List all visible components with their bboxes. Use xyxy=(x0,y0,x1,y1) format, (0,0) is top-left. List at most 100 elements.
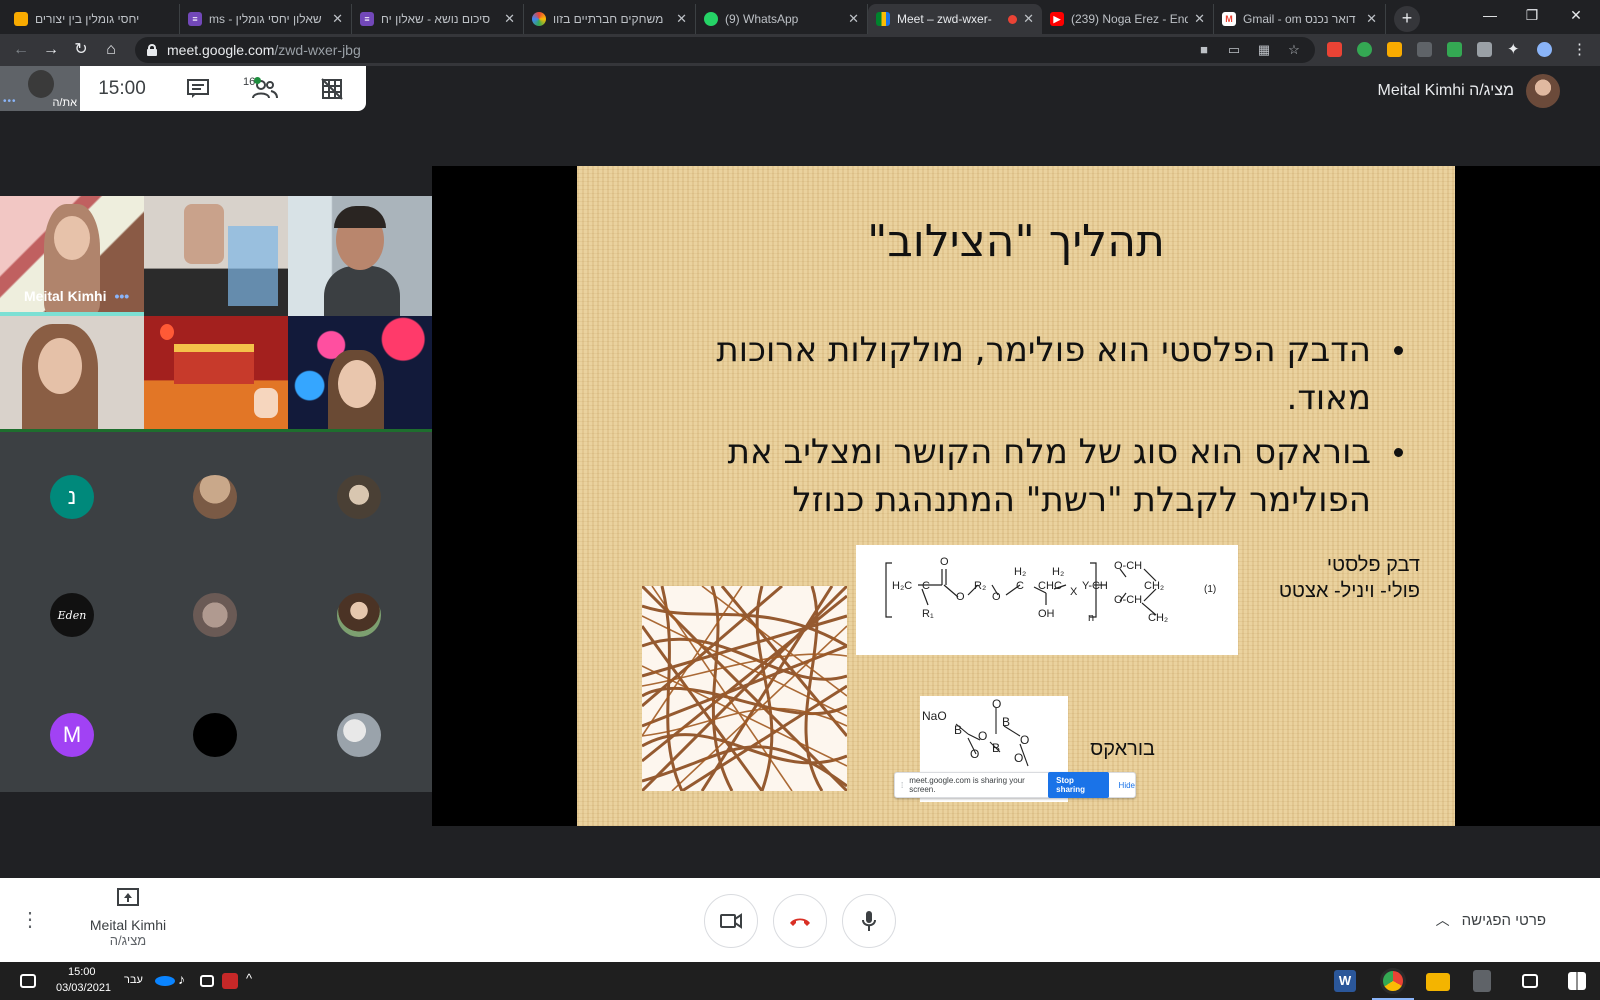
tab-youtube[interactable]: ▶ (239) Noga Erez - End ✕ xyxy=(1042,4,1214,34)
browser-menu-icon[interactable]: ⋮ xyxy=(1572,42,1587,57)
participant-avatar[interactable] xyxy=(193,593,237,637)
close-icon[interactable]: ✕ xyxy=(1023,11,1034,27)
close-icon[interactable]: ✕ xyxy=(676,11,687,27)
acrobat-icon[interactable] xyxy=(222,973,238,989)
star-icon[interactable]: ☆ xyxy=(1285,41,1303,59)
svg-text:O-CH: O-CH xyxy=(1114,560,1142,572)
stop-sharing-button[interactable]: Stop sharing xyxy=(1048,772,1109,798)
bullet-icon xyxy=(1394,346,1403,355)
participant-avatar[interactable] xyxy=(337,475,381,519)
puzzle-icon[interactable]: ✦ xyxy=(1507,42,1522,57)
close-icon[interactable]: ✕ xyxy=(1366,11,1377,27)
colorful-icon xyxy=(532,12,546,26)
close-icon[interactable]: ✕ xyxy=(332,11,343,27)
extension-check-icon[interactable] xyxy=(1447,42,1462,57)
participant-tile[interactable] xyxy=(144,196,288,316)
camera-toggle-button[interactable] xyxy=(704,894,758,948)
drag-handle-icon[interactable]: ⁞ xyxy=(901,781,903,790)
close-icon[interactable]: ✕ xyxy=(848,11,859,27)
youtube-icon: ▶ xyxy=(1050,12,1064,26)
chat-button[interactable] xyxy=(164,66,231,111)
qr-code-icon[interactable]: ▦ xyxy=(1255,41,1273,59)
keyboard-language[interactable]: עבר xyxy=(124,974,143,986)
chevron-up-icon: ︿ xyxy=(1435,912,1450,928)
bullet-icon xyxy=(1394,448,1403,457)
tab-games[interactable]: משחקים חברתיים בזוו ✕ xyxy=(524,4,696,34)
participants-button[interactable]: 16 xyxy=(231,66,298,111)
meeting-details-button[interactable]: ︿ פרטי הפגישה xyxy=(1436,910,1546,930)
participant-avatar[interactable]: Eden xyxy=(50,593,94,637)
tab-gmail[interactable]: M דואר נכנס Gmail - om ✕ xyxy=(1214,4,1386,34)
participant-tile[interactable] xyxy=(288,316,432,432)
participant-tile[interactable] xyxy=(0,316,144,432)
close-icon[interactable]: ✕ xyxy=(504,11,515,27)
camera-icon[interactable]: ■ xyxy=(1195,41,1213,59)
participant-tile[interactable]: Meital Kimhi ••• xyxy=(0,196,144,316)
calculator-icon[interactable] xyxy=(1473,970,1491,992)
presenter-avatar xyxy=(1526,74,1560,108)
tab-title: דואר נכנס Gmail - om xyxy=(1243,12,1356,26)
presenting-indicator[interactable]: Meital Kimhi מציג/ה xyxy=(78,888,178,948)
cast-icon[interactable]: ▭ xyxy=(1225,41,1243,59)
file-explorer-icon[interactable] xyxy=(1426,973,1450,991)
participant-avatar[interactable] xyxy=(193,713,237,757)
profile-avatar[interactable] xyxy=(1537,42,1552,57)
svg-text:X: X xyxy=(1070,586,1078,598)
windows-start-icon[interactable] xyxy=(1568,972,1586,990)
participant-face xyxy=(338,360,376,408)
svg-text:R₁: R₁ xyxy=(922,608,934,620)
extension-gray-icon[interactable] xyxy=(1477,42,1492,57)
participant-avatar[interactable]: נ xyxy=(50,475,94,519)
participant-avatar[interactable] xyxy=(337,593,381,637)
share-notice-text: meet.google.com is sharing your screen. xyxy=(909,776,1025,794)
tab-meet[interactable]: Meet – zwd-wxer- ✕ xyxy=(868,4,1042,34)
back-icon[interactable]: ← xyxy=(10,39,32,61)
volume-icon[interactable]: ♪ xyxy=(178,971,198,991)
extension-red-icon[interactable] xyxy=(1327,42,1342,57)
extension-key-icon[interactable] xyxy=(1387,42,1402,57)
layout-button[interactable] xyxy=(298,66,365,111)
hide-button[interactable]: Hide xyxy=(1119,781,1135,790)
presenter-name: Meital Kimhi xyxy=(89,917,167,933)
onedrive-icon[interactable] xyxy=(155,976,175,986)
windows-taskbar: 15:00 03/03/2021 עבר ♪ ^ W xyxy=(0,962,1600,1000)
borax-label: בוראקס xyxy=(1090,738,1155,760)
extension-green-icon[interactable] xyxy=(1357,42,1372,57)
word-icon[interactable]: W xyxy=(1334,970,1356,992)
svg-text:O: O xyxy=(992,591,1001,603)
address-bar[interactable]: meet.google.com/zwd-wxer-jbg ■ ▭ ▦ ☆ xyxy=(135,37,1315,63)
task-view-icon[interactable] xyxy=(1522,974,1538,988)
minimize-button[interactable]: — xyxy=(1470,4,1510,26)
participant-tile[interactable] xyxy=(144,316,288,432)
chevron-up-icon[interactable]: ^ xyxy=(246,971,266,991)
self-view[interactable]: ••• את/ה xyxy=(0,66,80,111)
participant-avatar[interactable]: M xyxy=(50,713,94,757)
new-tab-button[interactable]: + xyxy=(1394,6,1420,32)
reload-icon[interactable]: ↻ xyxy=(70,39,92,61)
participant-avatar[interactable] xyxy=(337,713,381,757)
tab-classroom[interactable]: יחסי גומלין בין יצורים xyxy=(6,4,180,34)
microphone-toggle-button[interactable] xyxy=(842,894,896,948)
gmail-icon: M xyxy=(1222,12,1236,26)
close-icon[interactable]: ✕ xyxy=(1194,11,1205,27)
home-icon[interactable]: ⌂ xyxy=(100,39,122,61)
participant-avatar[interactable] xyxy=(193,475,237,519)
meeting-controls-bar: ⋮ Meital Kimhi מציג/ה ︿ פרטי הפגישה xyxy=(0,878,1600,962)
chrome-icon[interactable] xyxy=(1380,968,1406,994)
network-icon[interactable] xyxy=(200,975,214,987)
tab-whatsapp[interactable]: (9) WhatsApp ✕ xyxy=(696,4,868,34)
extension-grid-icon[interactable] xyxy=(1417,42,1432,57)
participant-tile[interactable] xyxy=(288,196,432,316)
svg-text:O: O xyxy=(1014,751,1023,765)
forward-icon[interactable]: → xyxy=(40,39,62,61)
svg-text:OH: OH xyxy=(1038,608,1055,620)
tab-forms-2[interactable]: ≡ סיכום נושא - שאלון יח ✕ xyxy=(352,4,524,34)
close-window-button[interactable]: ✕ xyxy=(1556,4,1596,26)
svg-text:O: O xyxy=(970,747,979,761)
tab-forms-1[interactable]: ≡ שאלון יחסי גומלין - ms ✕ xyxy=(180,4,352,34)
action-center-icon[interactable] xyxy=(20,974,36,988)
lock-icon xyxy=(147,44,157,56)
leave-call-button[interactable] xyxy=(773,894,827,948)
more-options-icon[interactable]: ⋮ xyxy=(20,906,40,934)
restore-button[interactable]: ❐ xyxy=(1512,4,1552,26)
